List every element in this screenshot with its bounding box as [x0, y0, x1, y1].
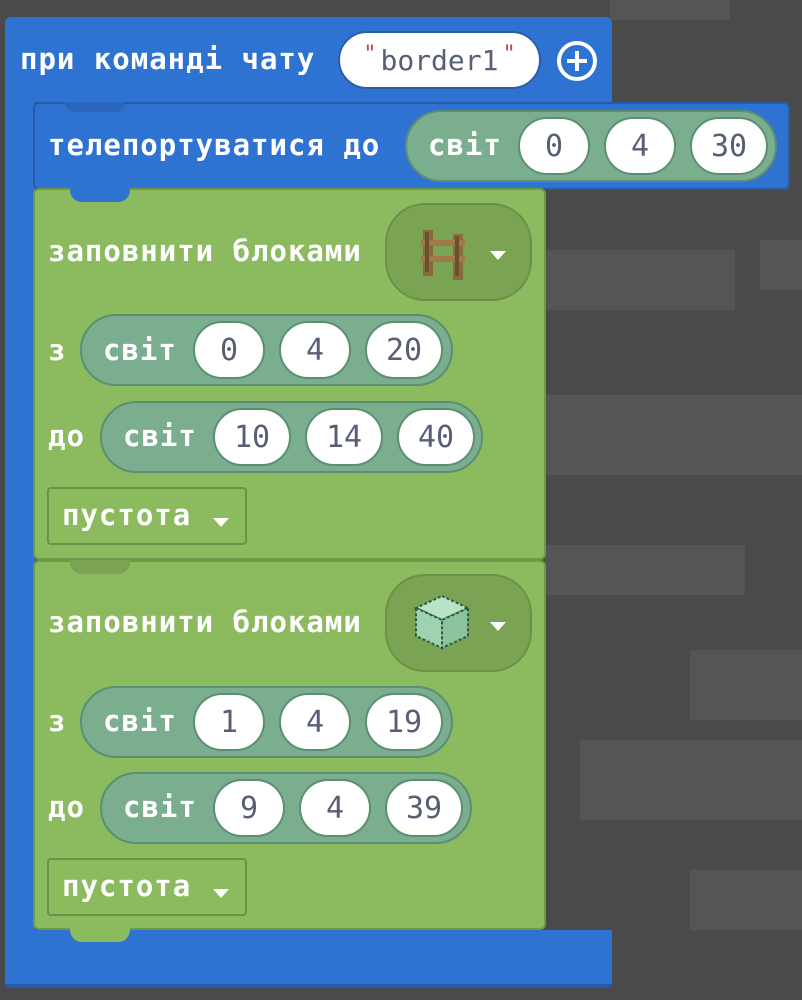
from-label: з — [48, 333, 67, 367]
workspace-tile — [545, 250, 735, 310]
workspace-tile — [545, 545, 745, 595]
chevron-down-icon — [490, 245, 506, 264]
to-y-input[interactable]: 14 — [305, 408, 383, 466]
from-x-input[interactable]: 0 — [193, 321, 265, 379]
workspace-tile — [760, 240, 802, 290]
to-x-input[interactable]: 9 — [213, 779, 285, 837]
to-z-input[interactable]: 40 — [397, 408, 475, 466]
fill-label: заповнити блоками — [48, 605, 362, 639]
workspace-tile — [610, 0, 730, 20]
world-label: світ — [103, 333, 177, 367]
world-label: світ — [103, 704, 177, 738]
plus-circle-icon[interactable] — [556, 40, 598, 82]
world-label: світ — [123, 790, 197, 824]
close-quote: " — [502, 41, 516, 67]
chevron-down-icon — [490, 616, 506, 635]
oak-fence-icon — [411, 220, 475, 284]
glass-block-icon — [410, 590, 474, 654]
command-value: border1 — [380, 43, 499, 77]
workspace-tile — [545, 395, 802, 475]
to-y-input[interactable]: 4 — [299, 779, 371, 837]
from-label: з — [48, 704, 67, 738]
fill-mode-label: пустота — [62, 869, 192, 903]
teleport-label: телепортуватися до — [48, 128, 381, 162]
from-y-input[interactable]: 4 — [279, 693, 351, 751]
world-label: світ — [123, 419, 197, 453]
fill-label: заповнити блоками — [48, 234, 362, 268]
workspace-tile — [690, 870, 802, 930]
from-y-input[interactable]: 4 — [279, 321, 351, 379]
from-z-input[interactable]: 19 — [365, 693, 443, 751]
to-label: до — [48, 419, 85, 453]
chevron-down-icon — [213, 512, 229, 531]
open-quote: " — [363, 41, 377, 67]
command-string-input[interactable]: " border1 " — [338, 31, 541, 89]
world-label: світ — [428, 128, 502, 162]
from-z-input[interactable]: 20 — [365, 321, 443, 379]
fill-mode-label: пустота — [62, 498, 192, 532]
to-label: до — [48, 790, 85, 824]
event-label: при команді чату — [20, 42, 316, 76]
teleport-x-input[interactable]: 0 — [518, 117, 590, 175]
to-x-input[interactable]: 10 — [213, 408, 291, 466]
from-x-input[interactable]: 1 — [193, 693, 265, 751]
chevron-down-icon — [213, 883, 229, 902]
workspace-tile — [690, 650, 802, 720]
to-z-input[interactable]: 39 — [385, 779, 463, 837]
teleport-y-input[interactable]: 4 — [604, 117, 676, 175]
teleport-z-input[interactable]: 30 — [690, 117, 768, 175]
workspace-tile — [580, 740, 802, 820]
